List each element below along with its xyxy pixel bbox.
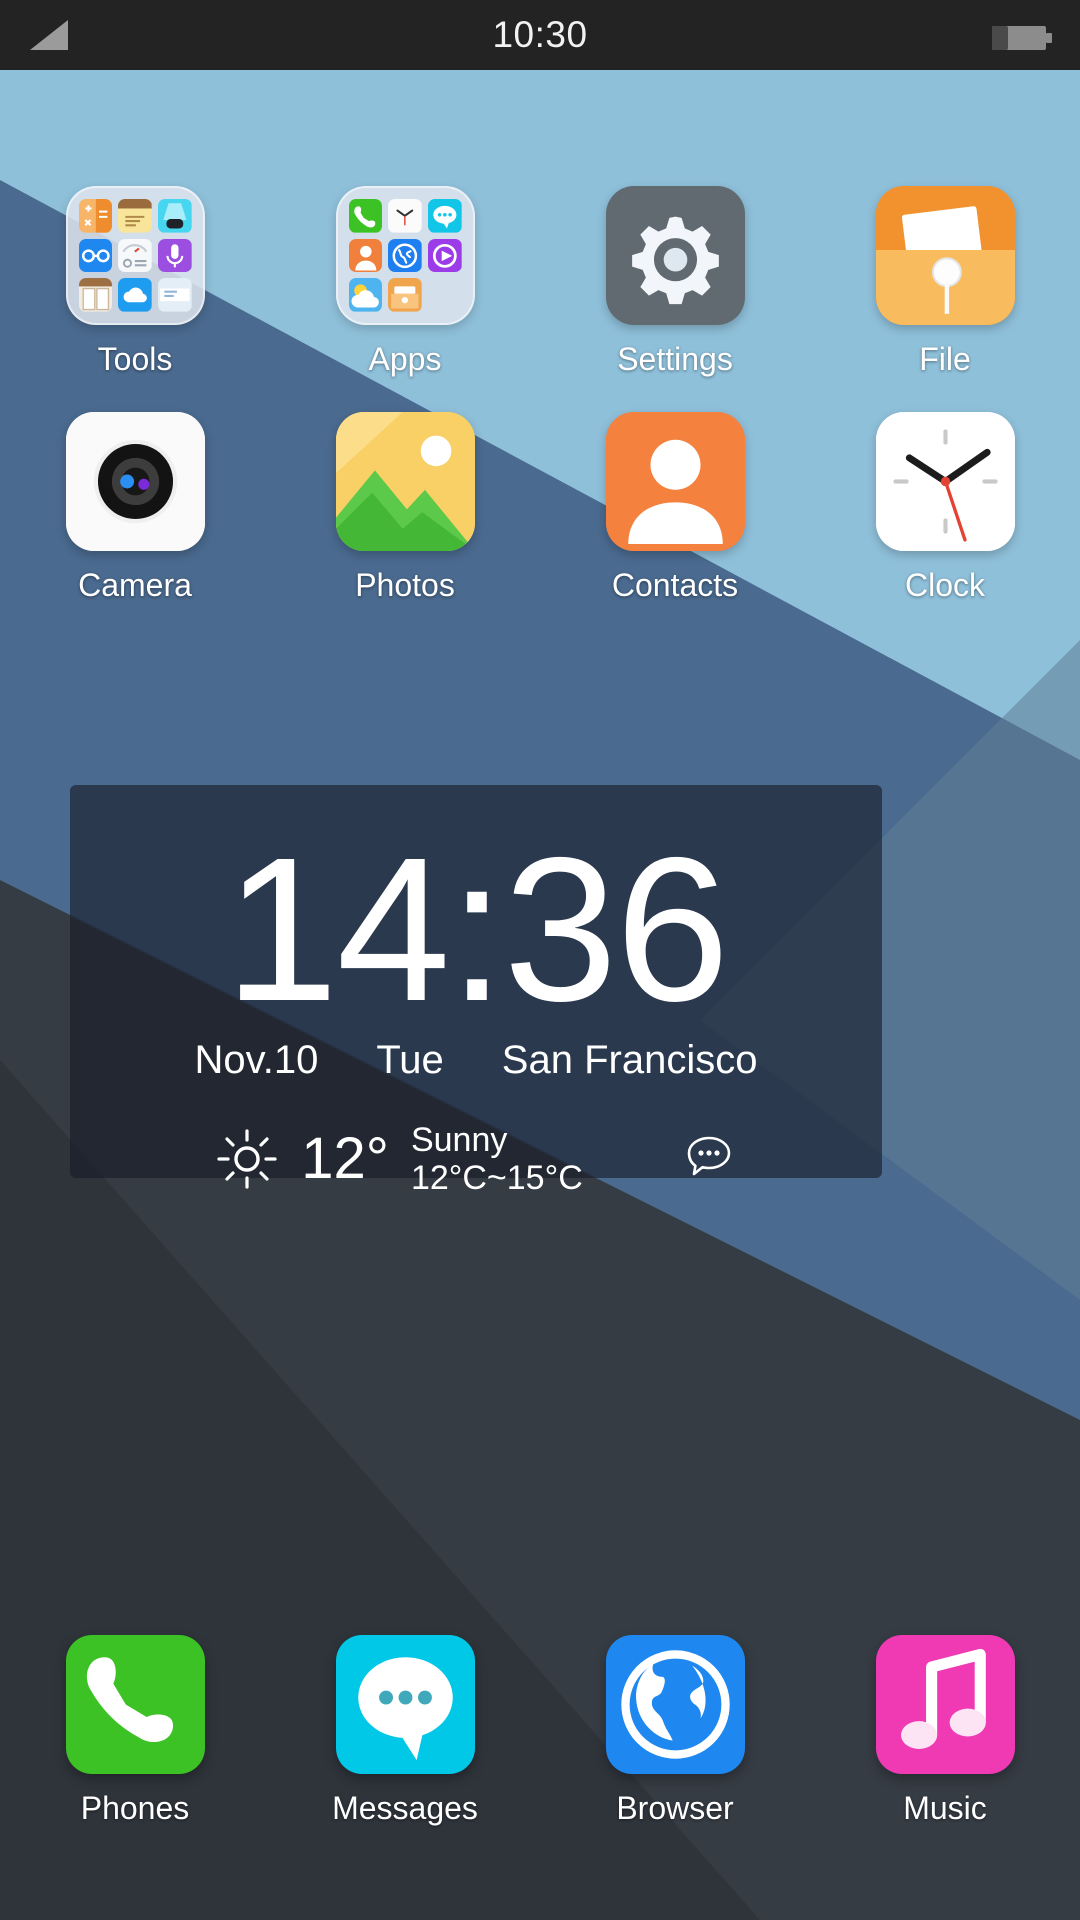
- weather-temperature: 12°: [301, 1126, 389, 1192]
- compass-icon: [78, 238, 113, 273]
- weather-description: Sunny 12°C~15°C: [411, 1121, 583, 1197]
- app-label: File: [919, 341, 971, 377]
- app-label: Camera: [78, 567, 192, 603]
- dock-item-phones[interactable]: Phones: [0, 1635, 270, 1827]
- app-file[interactable]: File: [810, 186, 1080, 378]
- speech-bubble-icon[interactable]: [681, 1129, 737, 1190]
- widget-time: 14:36: [224, 815, 729, 1044]
- remote-icon: [118, 238, 152, 273]
- file-folder-icon[interactable]: [875, 186, 1015, 325]
- app-label: Photos: [355, 567, 455, 603]
- video-icon: [427, 238, 462, 273]
- app-label: Messages: [332, 1790, 478, 1826]
- app-grid-row-1: Tools Apps Settings File: [0, 186, 1080, 378]
- empty-slot: [428, 278, 462, 312]
- music-note-icon[interactable]: [875, 1635, 1015, 1774]
- contacts-icon[interactable]: [605, 412, 745, 551]
- app-label: Browser: [616, 1790, 734, 1826]
- folder-apps-icon[interactable]: [335, 186, 475, 325]
- app-label: Music: [903, 1790, 987, 1826]
- news-icon: [157, 278, 192, 312]
- folder-tools-icon[interactable]: [65, 186, 205, 325]
- status-bar-clock: 10:30: [492, 14, 588, 55]
- weather-icon: [348, 278, 383, 312]
- phone-icon: [348, 199, 383, 233]
- weather-range: 12°C~15°C: [410, 1159, 583, 1198]
- dock-item-music[interactable]: Music: [810, 1635, 1080, 1827]
- clock-icon[interactable]: [875, 412, 1015, 551]
- sun-icon: [217, 1129, 277, 1189]
- browser-icon: [388, 238, 422, 273]
- notes-icon: [118, 199, 152, 233]
- app-settings[interactable]: Settings: [540, 186, 810, 378]
- app-grid-row-2: Camera Photos Contacts Clock: [0, 412, 1080, 604]
- dock-item-browser[interactable]: Browser: [540, 1635, 810, 1827]
- dock-item-messages[interactable]: Messages: [270, 1635, 540, 1827]
- camera-icon[interactable]: [65, 412, 205, 551]
- contacts-icon: [348, 238, 383, 273]
- recorder-icon: [157, 238, 192, 273]
- app-label: Contacts: [611, 567, 739, 603]
- phone-handset-icon[interactable]: [65, 1635, 205, 1774]
- flashlight-icon: [157, 199, 192, 233]
- battery-icon: [992, 26, 1052, 50]
- weather-condition: Sunny: [410, 1121, 508, 1159]
- app-contacts[interactable]: Contacts: [540, 412, 810, 604]
- clock-weather-widget[interactable]: 14:36 Nov.10 Tue San Francisco 12° Sunny…: [70, 785, 882, 1197]
- clock-icon: [388, 199, 422, 233]
- cloud-icon: [118, 278, 152, 312]
- app-photos[interactable]: Photos: [270, 412, 540, 604]
- signal-bars-icon: [30, 20, 68, 50]
- app-tools-folder[interactable]: Tools: [0, 186, 270, 378]
- app-apps-folder[interactable]: Apps: [270, 186, 540, 378]
- calculator-icon: [78, 199, 113, 233]
- status-bar: 10:30: [0, 0, 1080, 70]
- app-label: Phones: [80, 1790, 190, 1826]
- widget-weather-row[interactable]: 12° Sunny 12°C~15°C: [70, 1121, 882, 1197]
- app-camera[interactable]: Camera: [0, 412, 270, 604]
- widget-date-bar: Nov.10 Tue San Francisco: [70, 1038, 882, 1083]
- widget-date: Nov.10: [194, 1038, 319, 1082]
- widget-weekday: Tue: [376, 1038, 444, 1082]
- settings-gear-icon[interactable]: [605, 186, 745, 325]
- photos-icon[interactable]: [335, 412, 475, 551]
- app-label: Apps: [368, 341, 442, 377]
- app-clock[interactable]: Clock: [810, 412, 1080, 604]
- book-icon: [78, 278, 113, 312]
- message-bubble-icon[interactable]: [335, 1635, 475, 1774]
- app-label: Clock: [904, 567, 985, 603]
- app-label: Tools: [97, 341, 173, 377]
- app-label: Settings: [617, 341, 733, 377]
- widget-city: San Francisco: [501, 1038, 758, 1082]
- dock: Phones Messages Browser Music: [0, 1635, 1080, 1827]
- globe-icon[interactable]: [605, 1635, 745, 1774]
- file-icon: [388, 278, 422, 312]
- messages-icon: [427, 199, 462, 233]
